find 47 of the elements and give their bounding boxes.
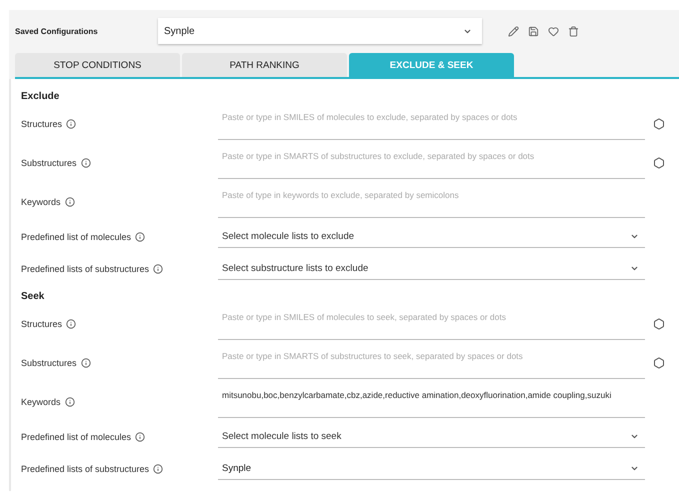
select-field[interactable]: Select molecule lists to seek xyxy=(218,426,645,448)
field-label: Structures xyxy=(21,118,62,128)
info-icon[interactable] xyxy=(80,358,91,368)
delete-icon xyxy=(568,26,579,36)
save-icon xyxy=(528,26,539,36)
select-field[interactable]: Select molecule lists to exclude xyxy=(218,226,645,248)
info-icon[interactable] xyxy=(153,464,164,474)
tab[interactable]: STOP CONDITIONS xyxy=(15,53,180,77)
field-label: Keywords xyxy=(21,196,61,206)
info-icon[interactable] xyxy=(153,264,164,274)
field-label: Keywords xyxy=(21,396,61,406)
field-label: Substructures xyxy=(21,158,77,168)
molecule-editor-button[interactable] xyxy=(653,156,665,168)
delete-button[interactable] xyxy=(568,26,579,36)
info-icon[interactable] xyxy=(80,158,91,168)
heart-icon xyxy=(548,26,559,36)
caret-icon xyxy=(630,432,639,441)
field-label: Structures xyxy=(21,318,62,328)
info-icon[interactable] xyxy=(66,318,76,328)
info-icon[interactable] xyxy=(66,118,76,128)
molecule-editor-button[interactable] xyxy=(653,356,665,368)
field-label: Predefined list of molecules xyxy=(21,232,132,242)
pencil-icon xyxy=(508,26,519,36)
info-icon[interactable] xyxy=(135,432,146,442)
field-label: Predefined lists of substructures xyxy=(21,464,150,474)
favorite-button[interactable] xyxy=(548,26,559,36)
section-title: Exclude xyxy=(21,91,60,102)
select-field[interactable]: Select substructure lists to exclude xyxy=(218,258,645,280)
section-title: Seek xyxy=(21,291,46,302)
info-icon[interactable] xyxy=(64,396,75,406)
caret-icon xyxy=(630,464,639,473)
molecule-editor-button[interactable] xyxy=(653,318,665,330)
caret-icon xyxy=(630,264,639,273)
caret-icon xyxy=(630,232,639,241)
field-label: Predefined lists of substructures xyxy=(21,264,150,274)
molecule-editor-button[interactable] xyxy=(653,118,665,130)
edit-button[interactable] xyxy=(508,26,519,36)
text-field[interactable]: mitsunobu,boc,benzylcarbamate,cbz,azide,reductive amination,deoxyfluorination,amide coupling,suzuki xyxy=(218,386,645,418)
select-field[interactable]: Synple xyxy=(218,458,645,480)
tab[interactable]: PATH RANKING xyxy=(182,53,347,77)
saved-configurations-label: Saved Configurations xyxy=(15,26,99,36)
save-button[interactable] xyxy=(528,26,539,36)
info-icon[interactable] xyxy=(135,232,146,242)
field-label: Substructures xyxy=(21,358,77,368)
field-label: Predefined list of molecules xyxy=(21,432,132,442)
info-icon[interactable] xyxy=(64,196,75,206)
configuration-dropdown[interactable]: Synple xyxy=(158,18,482,44)
